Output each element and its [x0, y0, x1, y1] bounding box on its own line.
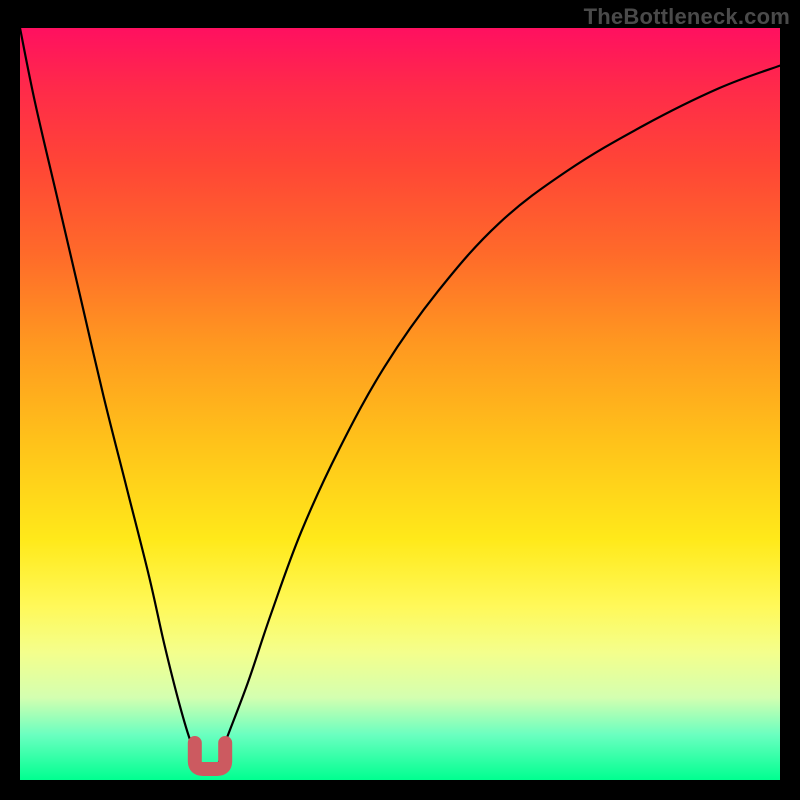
chart-frame: TheBottleneck.com: [0, 0, 800, 800]
watermark-text: TheBottleneck.com: [584, 4, 790, 30]
curve-svg: [20, 28, 780, 780]
valley-marker: [195, 743, 225, 769]
plot-area: [20, 28, 780, 780]
bottleneck-curve: [20, 28, 780, 767]
